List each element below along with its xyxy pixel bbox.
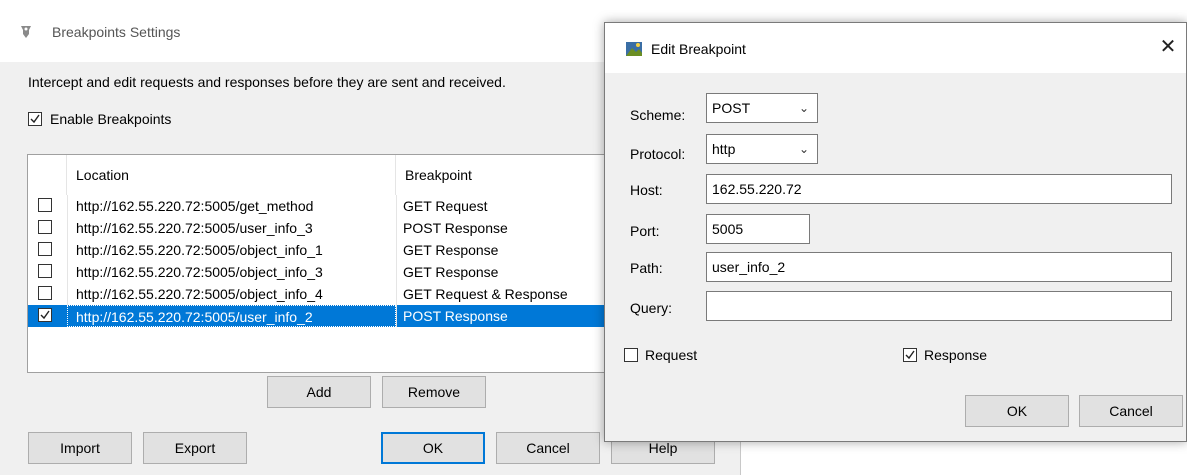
table-row[interactable]: http://162.55.220.72:5005/user_info_2 POS… <box>28 305 626 327</box>
protocol-label: Protocol: <box>630 146 686 162</box>
ok-button[interactable]: OK <box>381 432 485 464</box>
table-row[interactable]: http://162.55.220.72:5005/get_method GET … <box>28 195 626 217</box>
row-breakpoint: POST Response <box>396 305 626 327</box>
request-checkbox[interactable] <box>624 348 638 362</box>
response-checkbox[interactable] <box>903 348 917 362</box>
row-location: http://162.55.220.72:5005/user_info_3 <box>67 217 396 239</box>
scheme-dropdown[interactable]: POST ⌄ <box>706 93 818 123</box>
table-row[interactable]: http://162.55.220.72:5005/object_info_3 G… <box>28 261 626 283</box>
row-breakpoint: POST Response <box>396 217 626 239</box>
enable-breakpoints-checkbox[interactable] <box>28 112 42 126</box>
row-checkbox[interactable] <box>38 308 52 322</box>
row-breakpoint: GET Response <box>396 261 626 283</box>
edit-cancel-button[interactable]: Cancel <box>1079 395 1183 427</box>
row-location: http://162.55.220.72:5005/get_method <box>67 195 396 217</box>
checkmark-icon <box>40 310 50 320</box>
protocol-value: http <box>712 141 736 157</box>
checkmark-icon <box>905 350 915 360</box>
table-row[interactable]: http://162.55.220.72:5005/object_info_1 G… <box>28 239 626 261</box>
close-icon[interactable]: ✕ <box>1156 35 1180 59</box>
port-label: Port: <box>630 223 660 239</box>
chevron-down-icon: ⌄ <box>798 142 809 156</box>
chevron-down-icon: ⌄ <box>798 101 809 115</box>
row-location: http://162.55.220.72:5005/object_info_4 <box>67 283 396 305</box>
settings-title: Breakpoints Settings <box>52 24 181 40</box>
column-header-location[interactable]: Location <box>67 155 396 195</box>
response-label[interactable]: Response <box>924 347 987 363</box>
row-location: http://162.55.220.72:5005/user_info_2 <box>67 305 396 327</box>
column-header-checkbox[interactable] <box>28 155 67 195</box>
row-breakpoint: GET Request & Response <box>396 283 626 305</box>
row-location: http://162.55.220.72:5005/object_info_1 <box>67 239 396 261</box>
breakpoints-table: Location Breakpoint http://162.55.220.72… <box>27 154 627 373</box>
query-input[interactable] <box>706 291 1172 321</box>
row-location: http://162.55.220.72:5005/object_info_3 <box>67 261 396 283</box>
enable-breakpoints-label[interactable]: Enable Breakpoints <box>50 111 171 127</box>
table-row[interactable]: http://162.55.220.72:5005/user_info_3 POS… <box>28 217 626 239</box>
add-button[interactable]: Add <box>267 376 371 408</box>
import-button[interactable]: Import <box>28 432 132 464</box>
host-label: Host: <box>630 182 663 198</box>
column-header-breakpoint[interactable]: Breakpoint <box>396 155 626 195</box>
row-breakpoint: GET Request <box>396 195 626 217</box>
protocol-dropdown[interactable]: http ⌄ <box>706 134 818 164</box>
settings-description: Intercept and edit requests and response… <box>28 74 506 90</box>
request-label[interactable]: Request <box>645 347 697 363</box>
scheme-value: POST <box>712 100 751 116</box>
query-label: Query: <box>630 300 673 316</box>
edit-title: Edit Breakpoint <box>651 41 746 57</box>
row-checkbox[interactable] <box>38 198 52 212</box>
port-input[interactable]: 5005 <box>706 214 810 244</box>
export-button[interactable]: Export <box>143 432 247 464</box>
row-checkbox[interactable] <box>38 242 52 256</box>
edit-breakpoint-dialog: Edit Breakpoint ✕ Scheme: POST ⌄ Protoco… <box>604 22 1187 442</box>
edit-ok-button[interactable]: OK <box>965 395 1069 427</box>
row-checkbox[interactable] <box>38 220 52 234</box>
checkmark-icon <box>30 114 40 124</box>
row-checkbox[interactable] <box>38 286 52 300</box>
app-icon <box>626 42 642 56</box>
app-icon <box>21 26 31 38</box>
remove-button[interactable]: Remove <box>382 376 486 408</box>
row-checkbox[interactable] <box>38 264 52 278</box>
row-breakpoint: GET Response <box>396 239 626 261</box>
path-input[interactable]: user_info_2 <box>706 252 1172 282</box>
scheme-label: Scheme: <box>630 107 686 123</box>
path-label: Path: <box>630 260 663 276</box>
host-input[interactable]: 162.55.220.72 <box>706 174 1172 204</box>
cancel-button[interactable]: Cancel <box>496 432 600 464</box>
table-row[interactable]: http://162.55.220.72:5005/object_info_4 G… <box>28 283 626 305</box>
